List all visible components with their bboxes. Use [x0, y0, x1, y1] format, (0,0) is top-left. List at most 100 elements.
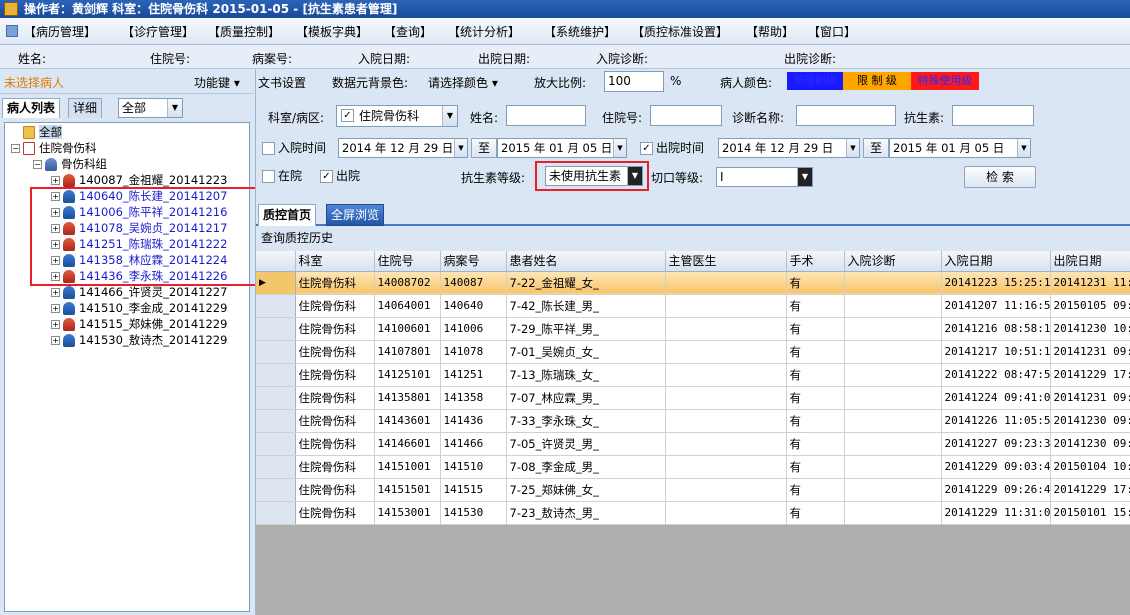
cell-discharge-date[interactable]: 20141231 09: — [1050, 340, 1130, 364]
menu-qc-standard-settings[interactable]: 【质控标准设置】 — [632, 23, 728, 40]
cell-case-no[interactable]: 140087 — [440, 271, 507, 295]
row-header[interactable] — [256, 317, 296, 341]
search-button[interactable]: 检 索 — [964, 166, 1036, 188]
cell-dept[interactable]: 住院骨伤科 — [295, 363, 375, 387]
menu-window[interactable]: 【窗口】 — [808, 23, 856, 40]
col-inpatient-no[interactable]: 住院号 — [374, 251, 441, 272]
cell-admit-date[interactable]: 20141227 09:23:38 — [941, 432, 1051, 456]
cell-discharge-date[interactable]: 20141229 17: — [1050, 363, 1130, 387]
cell-patient-name[interactable]: 7-29_陈平祥_男_ — [506, 317, 666, 341]
cell-patient-name[interactable]: 7-13_陈瑞珠_女_ — [506, 363, 666, 387]
cell-attending-doctor[interactable] — [665, 294, 787, 318]
admit-time-checkbox[interactable] — [262, 142, 275, 155]
cell-attending-doctor[interactable] — [665, 432, 787, 456]
col-admit-date[interactable]: 入院日期 — [941, 251, 1051, 272]
cell-discharge-date[interactable]: 20150105 09: — [1050, 294, 1130, 318]
chevron-down-icon[interactable]: ▼ — [454, 139, 467, 157]
tab-fullscreen-browse[interactable]: 全屏浏览 — [326, 204, 385, 226]
cell-surgery[interactable]: 有 — [786, 271, 845, 295]
cell-dept[interactable]: 住院骨伤科 — [295, 501, 375, 525]
admit-from-date[interactable]: 2014 年 12 月 29 日 ▼ — [338, 138, 468, 158]
menu-statistics[interactable]: 【统计分析】 — [448, 23, 520, 40]
cell-patient-name[interactable]: 7-05_许贤灵_男_ — [506, 432, 666, 456]
cell-dept[interactable]: 住院骨伤科 — [295, 478, 375, 502]
col-patient-name[interactable]: 患者姓名 — [506, 251, 666, 272]
cell-admit-diagnosis[interactable] — [844, 409, 942, 433]
cell-admit-diagnosis[interactable] — [844, 478, 942, 502]
cell-inpatient-no[interactable]: 14153001 — [374, 501, 441, 525]
row-header[interactable] — [256, 501, 296, 525]
menu-app-icon[interactable] — [6, 25, 18, 37]
cell-discharge-date[interactable]: 20141231 11: — [1050, 271, 1130, 295]
cell-inpatient-no[interactable]: 14008702 — [374, 271, 441, 295]
cell-inpatient-no[interactable]: 14143601 — [374, 409, 441, 433]
row-header[interactable] — [256, 294, 296, 318]
cell-patient-name[interactable]: 7-01_吴婉贞_女_ — [506, 340, 666, 364]
cell-surgery[interactable]: 有 — [786, 409, 845, 433]
dept-checkbox[interactable]: ✓ — [341, 109, 354, 122]
table-row[interactable]: 住院骨伤科 14143601 141436 7-33_李永珠_女_ 有 20141226 … — [256, 409, 1130, 433]
cell-case-no[interactable]: 141078 — [440, 340, 507, 364]
cell-admit-date[interactable]: 20141226 11:05:59 — [941, 409, 1051, 433]
row-header[interactable] — [256, 432, 296, 456]
col-surgery[interactable]: 手术 — [786, 251, 845, 272]
row-header[interactable]: ▶ — [256, 271, 296, 295]
col-admit-diagnosis[interactable]: 入院诊断 — [844, 251, 942, 272]
cell-attending-doctor[interactable] — [665, 409, 787, 433]
doc-settings-button[interactable]: 文书设置 — [258, 74, 306, 91]
discharge-to-date[interactable]: 2015 年 01 月 05 日 ▼ — [889, 138, 1031, 158]
cell-admit-date[interactable]: 20141217 10:51:15 — [941, 340, 1051, 364]
chevron-down-icon[interactable]: ▼ — [846, 139, 859, 157]
cell-attending-doctor[interactable] — [665, 340, 787, 364]
cell-admit-diagnosis[interactable] — [844, 386, 942, 410]
in-hospital-checkbox[interactable] — [262, 170, 275, 183]
cell-surgery[interactable]: 有 — [786, 386, 845, 410]
cell-attending-doctor[interactable] — [665, 271, 787, 295]
cell-discharge-date[interactable]: 20141230 09: — [1050, 409, 1130, 433]
row-header[interactable] — [256, 455, 296, 479]
chevron-down-icon[interactable]: ▼ — [1017, 139, 1030, 157]
col-case-no[interactable]: 病案号 — [440, 251, 507, 272]
tab-detail[interactable]: 详细 — [68, 98, 103, 118]
tree-node-dept[interactable]: − 住院骨伤科 — [11, 140, 97, 156]
cell-dept[interactable]: 住院骨伤科 — [295, 386, 375, 410]
collapse-icon[interactable]: − — [11, 144, 20, 153]
antibiotic-input[interactable] — [952, 105, 1034, 126]
dept-select[interactable]: ✓ 住院骨伤科 ▼ — [336, 105, 458, 127]
cell-inpatient-no[interactable]: 14107801 — [374, 340, 441, 364]
cell-admit-diagnosis[interactable] — [844, 317, 942, 341]
cell-case-no[interactable]: 141530 — [440, 501, 507, 525]
cell-admit-diagnosis[interactable] — [844, 501, 942, 525]
table-row[interactable]: 住院骨伤科 14151001 141510 7-08_李金成_男_ 有 20141229 … — [256, 455, 1130, 479]
collapse-icon[interactable]: − — [33, 160, 42, 169]
discharge-time-checkbox[interactable]: ✓ — [640, 142, 653, 155]
cell-attending-doctor[interactable] — [665, 317, 787, 341]
tab-qc-home[interactable]: 质控首页 — [258, 204, 317, 226]
function-key-button[interactable]: 功能键 ▾ — [194, 74, 240, 91]
tree-node-patient[interactable]: +141515_郑妹佛_20141229 — [51, 316, 227, 332]
expand-icon[interactable]: + — [51, 304, 60, 313]
cell-discharge-date[interactable]: 20141230 09: — [1050, 432, 1130, 456]
row-header[interactable] — [256, 340, 296, 364]
cell-case-no[interactable]: 141251 — [440, 363, 507, 387]
cell-case-no[interactable]: 141515 — [440, 478, 507, 502]
tree-node-patient[interactable]: +141530_敖诗杰_20141229 — [51, 332, 227, 348]
cell-patient-name[interactable]: 7-22_金祖耀_女_ — [506, 271, 666, 295]
cell-discharge-date[interactable]: 20141231 09: — [1050, 386, 1130, 410]
chevron-down-icon[interactable]: ▼ — [613, 139, 626, 157]
cell-surgery[interactable]: 有 — [786, 501, 845, 525]
admit-to-date[interactable]: 2015 年 01 月 05 日 ▼ — [497, 138, 627, 158]
row-header[interactable] — [256, 409, 296, 433]
chevron-down-icon[interactable]: ▼ — [167, 99, 182, 117]
cell-discharge-date[interactable]: 20141229 17: — [1050, 478, 1130, 502]
cell-case-no[interactable]: 141510 — [440, 455, 507, 479]
cell-admit-diagnosis[interactable] — [844, 271, 942, 295]
menu-help[interactable]: 【帮助】 — [746, 23, 794, 40]
diag-name-input[interactable] — [796, 105, 896, 126]
table-row[interactable]: 住院骨伤科 14151501 141515 7-25_郑妹佛_女_ 有 20141229 … — [256, 478, 1130, 502]
col-discharge-date[interactable]: 出院日期 — [1050, 251, 1130, 272]
cell-admit-diagnosis[interactable] — [844, 363, 942, 387]
menu-medical-records[interactable]: 【病历管理】 — [24, 23, 96, 40]
expand-icon[interactable]: + — [51, 288, 60, 297]
expand-icon[interactable]: + — [51, 176, 60, 185]
